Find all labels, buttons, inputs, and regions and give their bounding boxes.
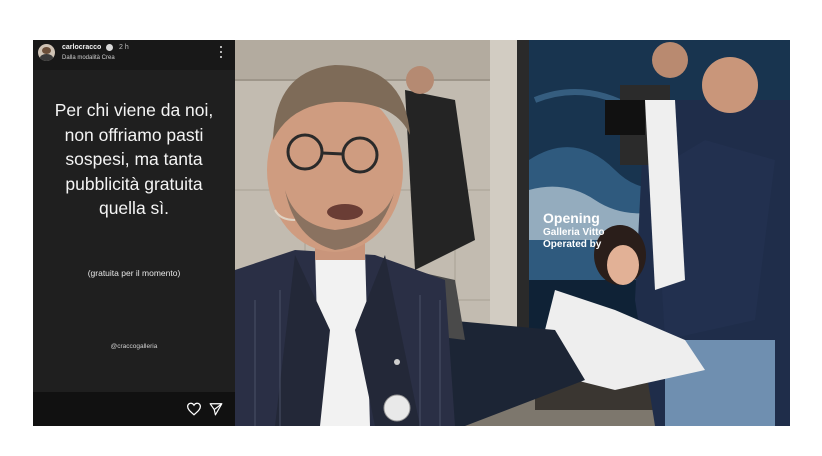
billboard-opening-text: Opening bbox=[543, 210, 600, 226]
billboard-gallery-text: Galleria Vitto bbox=[543, 227, 605, 238]
profile-avatar[interactable] bbox=[38, 44, 55, 61]
news-photo-composite: Opening Galleria Vitto Operated by bbox=[235, 40, 790, 426]
story-line: non offriamo pasti bbox=[64, 124, 204, 145]
story-mention-tag[interactable]: @craccogalleria bbox=[33, 343, 235, 350]
story-line: sospesi, ma tanta bbox=[65, 149, 203, 169]
story-header: carlocracco 2 h Dalla modalità Crea bbox=[33, 40, 235, 70]
verified-badge-icon bbox=[106, 44, 113, 51]
story-line: quella sì. bbox=[98, 198, 170, 218]
story-footer bbox=[33, 392, 235, 426]
story-username[interactable]: carlocracco bbox=[62, 44, 101, 51]
story-subtitle: Dalla modalità Crea bbox=[62, 55, 115, 61]
photo-illustration bbox=[235, 40, 790, 426]
story-timestamp: 2 h bbox=[119, 44, 129, 51]
more-vertical-icon[interactable] bbox=[219, 46, 223, 58]
story-main-text: Per chi viene da noi, non offriamo pasti… bbox=[41, 98, 227, 221]
story-note: (gratuita per il momento) bbox=[87, 268, 181, 278]
story-line: Per chi viene da noi, bbox=[54, 100, 214, 120]
instagram-story-panel: carlocracco 2 h Dalla modalità Crea Per … bbox=[33, 40, 235, 426]
story-line: pubblicità gratuita bbox=[65, 173, 203, 194]
heart-icon[interactable] bbox=[186, 402, 202, 416]
send-icon[interactable] bbox=[209, 402, 223, 416]
billboard-operated-text: Operated by bbox=[543, 239, 602, 250]
